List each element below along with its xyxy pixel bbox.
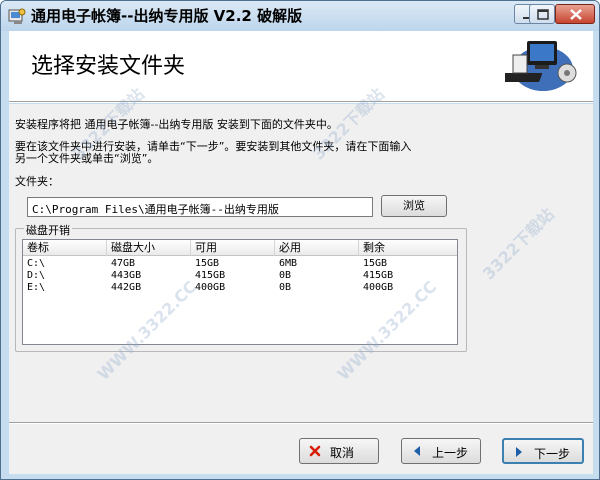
cell-available: 400GB [195, 282, 226, 293]
cell-disk-size: 442GB [111, 282, 142, 293]
cell-required: 6MB [279, 258, 298, 269]
wizard-header: 选择安装文件夹 [9, 31, 593, 101]
cell-volume: D:\ [27, 270, 46, 281]
column-header-remaining[interactable]: 剩余 [359, 240, 457, 256]
cancel-button[interactable]: 取消 [299, 438, 379, 464]
cancel-x-icon [309, 445, 321, 457]
column-header-required[interactable]: 必用 [275, 240, 359, 256]
wizard-footer: 取消 上一步 下一步 [9, 424, 593, 474]
folder-label: 文件夹： [15, 175, 59, 188]
cell-remaining: 400GB [363, 282, 394, 293]
intro-text-line3: 另一个文件夹或单击“浏览”。 [15, 152, 159, 165]
wizard-body: 安装程序将把 通用电子帐簿--出纳专用版 安装到下面的文件夹中。 要在该文件夹中… [9, 104, 593, 422]
maximize-button[interactable] [529, 4, 555, 24]
back-button[interactable]: 上一步 [401, 438, 481, 464]
close-icon [570, 9, 582, 20]
cell-remaining: 15GB [363, 258, 388, 269]
arrow-left-icon [414, 446, 420, 456]
cell-available: 15GB [195, 258, 220, 269]
disk-space-legend: 磁盘开销 [24, 222, 72, 238]
next-button-label: 下一步 [534, 447, 571, 461]
maximize-icon [537, 9, 549, 20]
page-title: 选择安装文件夹 [31, 54, 186, 79]
installer-window: 通用电子帐簿--出纳专用版 V2.2 破解版 选择安装文件夹 安装程序将把 通用… [0, 0, 600, 480]
cell-volume: E:\ [27, 282, 46, 293]
browse-button[interactable]: 浏览 [381, 195, 447, 217]
cell-required: 0B [279, 270, 292, 281]
cell-volume: C:\ [27, 258, 46, 269]
disk-space-group: 磁盘开销 卷标 磁盘大小 可用 必用 剩余 C:\ 47GB 15GB 6MB … [15, 222, 467, 352]
cell-available: 415GB [195, 270, 226, 281]
list-header: 卷标 磁盘大小 可用 必用 剩余 [23, 240, 457, 256]
intro-text-line1: 安装程序将把 通用电子帐簿--出纳专用版 安装到下面的文件夹中。 [15, 118, 338, 131]
computer-illustration-icon [505, 41, 577, 91]
cell-required: 0B [279, 282, 292, 293]
disk-space-list[interactable]: 卷标 磁盘大小 可用 必用 剩余 C:\ 47GB 15GB 6MB 15GB … [22, 239, 458, 345]
column-header-disk-size[interactable]: 磁盘大小 [107, 240, 191, 256]
cancel-button-label: 取消 [330, 446, 355, 460]
folder-path-input[interactable]: C:\Program Files\通用电子帐簿--出纳专用版 [27, 197, 373, 217]
next-button[interactable]: 下一步 [502, 438, 584, 464]
column-header-available[interactable]: 可用 [191, 240, 275, 256]
header-divider [9, 101, 593, 103]
app-icon [8, 8, 26, 24]
cell-disk-size: 47GB [111, 258, 136, 269]
title-bar[interactable]: 通用电子帐簿--出纳专用版 V2.2 破解版 [1, 1, 599, 31]
cell-disk-size: 443GB [111, 270, 142, 281]
arrow-right-icon [516, 447, 522, 457]
window-title: 通用电子帐簿--出纳专用版 V2.2 破解版 [31, 7, 303, 25]
column-header-volume[interactable]: 卷标 [23, 240, 107, 256]
close-button[interactable] [555, 4, 595, 24]
cell-remaining: 415GB [363, 270, 394, 281]
back-button-label: 上一步 [432, 446, 469, 460]
